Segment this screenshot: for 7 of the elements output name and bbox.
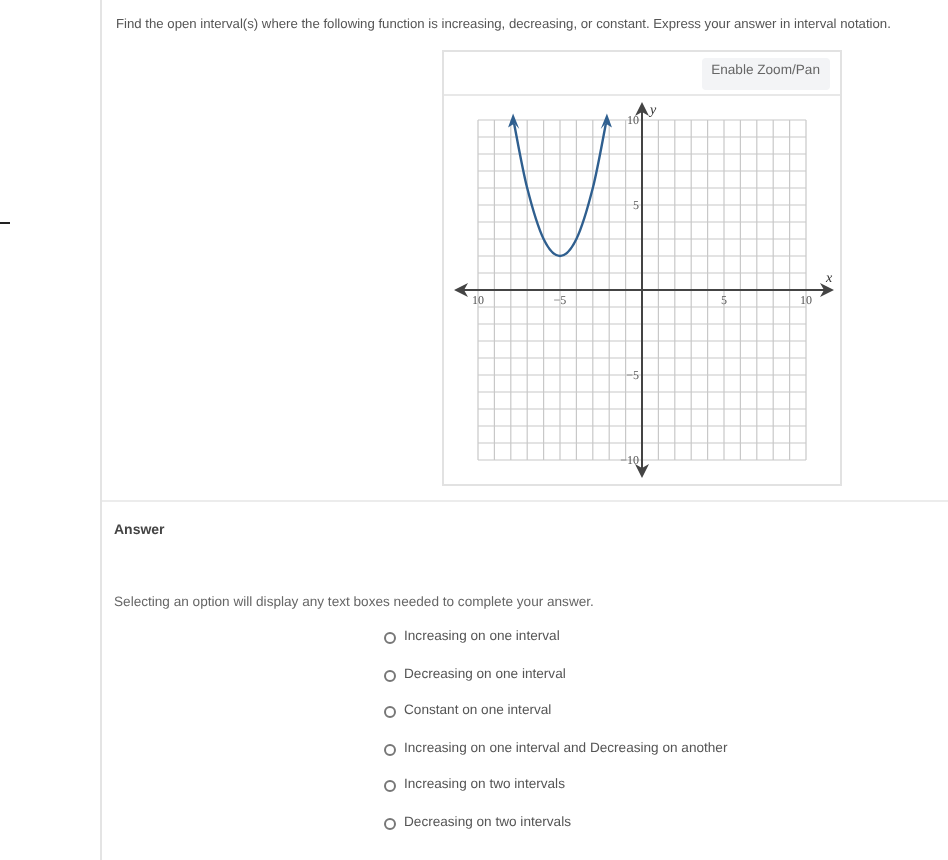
radio-button[interactable] — [384, 706, 396, 719]
radio-button[interactable] — [384, 780, 396, 793]
dash-mark — [0, 222, 10, 224]
radio-button[interactable] — [384, 817, 396, 830]
radio-button[interactable] — [384, 632, 396, 645]
radio-button[interactable] — [384, 743, 396, 756]
radio-button[interactable] — [384, 669, 396, 682]
